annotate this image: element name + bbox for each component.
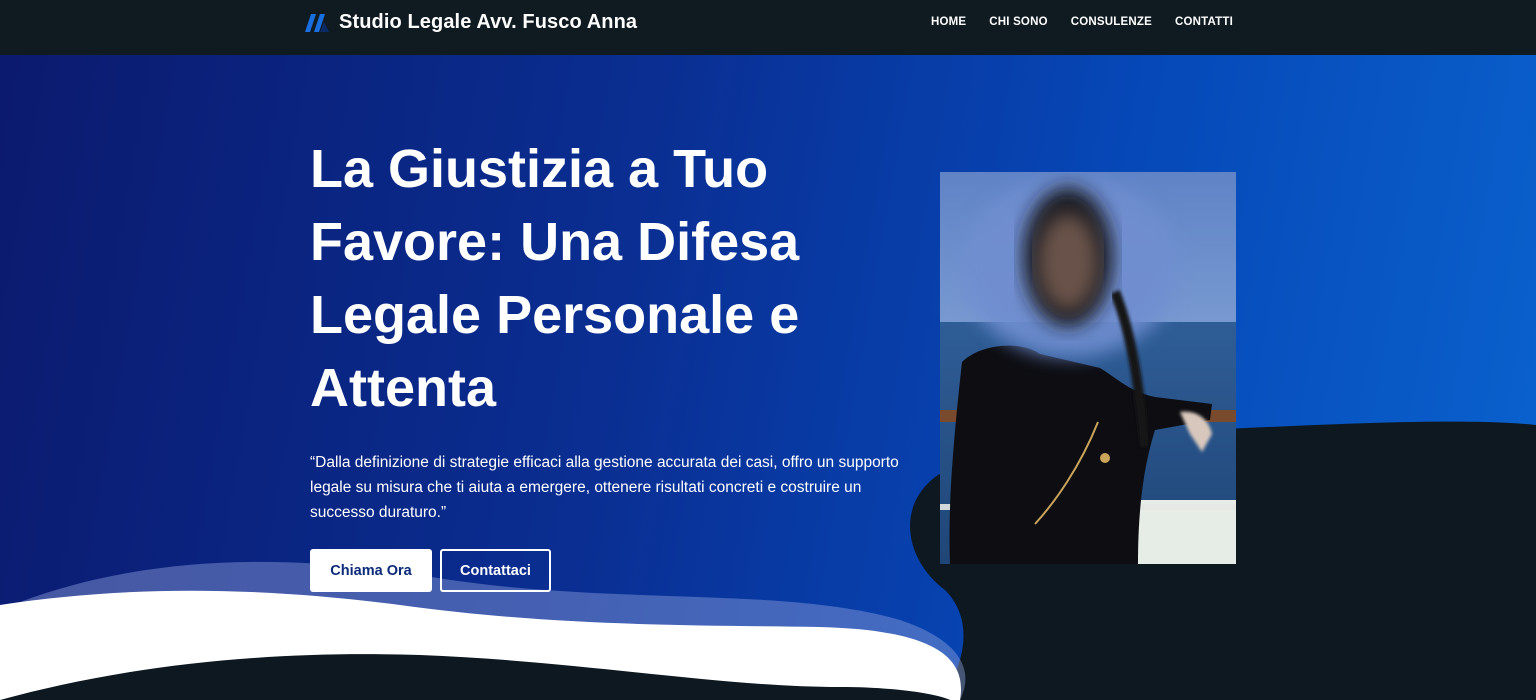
main-menu: HOME CHI SONO CONSULENZE CONTATTI: [931, 16, 1233, 28]
nav-chi-sono[interactable]: CHI SONO: [989, 16, 1047, 28]
brand-logo-icon[interactable]: [305, 14, 329, 32]
contact-button[interactable]: Contattaci: [440, 549, 551, 592]
nav-contatti[interactable]: CONTATTI: [1175, 16, 1233, 28]
lawyer-photo: [940, 172, 1236, 564]
hero-title: La Giustizia a Tuo Favore: Una Difesa Le…: [310, 139, 800, 418]
nav-consulenze[interactable]: CONSULENZE: [1071, 16, 1152, 28]
site-title[interactable]: Studio Legale Avv. Fusco Anna: [339, 11, 637, 34]
site-header: Studio Legale Avv. Fusco Anna HOME CHI S…: [0, 0, 1536, 55]
call-now-button[interactable]: Chiama Ora: [310, 549, 432, 592]
nav-home[interactable]: HOME: [931, 16, 966, 28]
hero-section: La Giustizia a Tuo Favore: Una Difesa Le…: [0, 55, 1536, 700]
hero-quote: “Dalla definizione di strategie efficaci…: [310, 454, 899, 521]
